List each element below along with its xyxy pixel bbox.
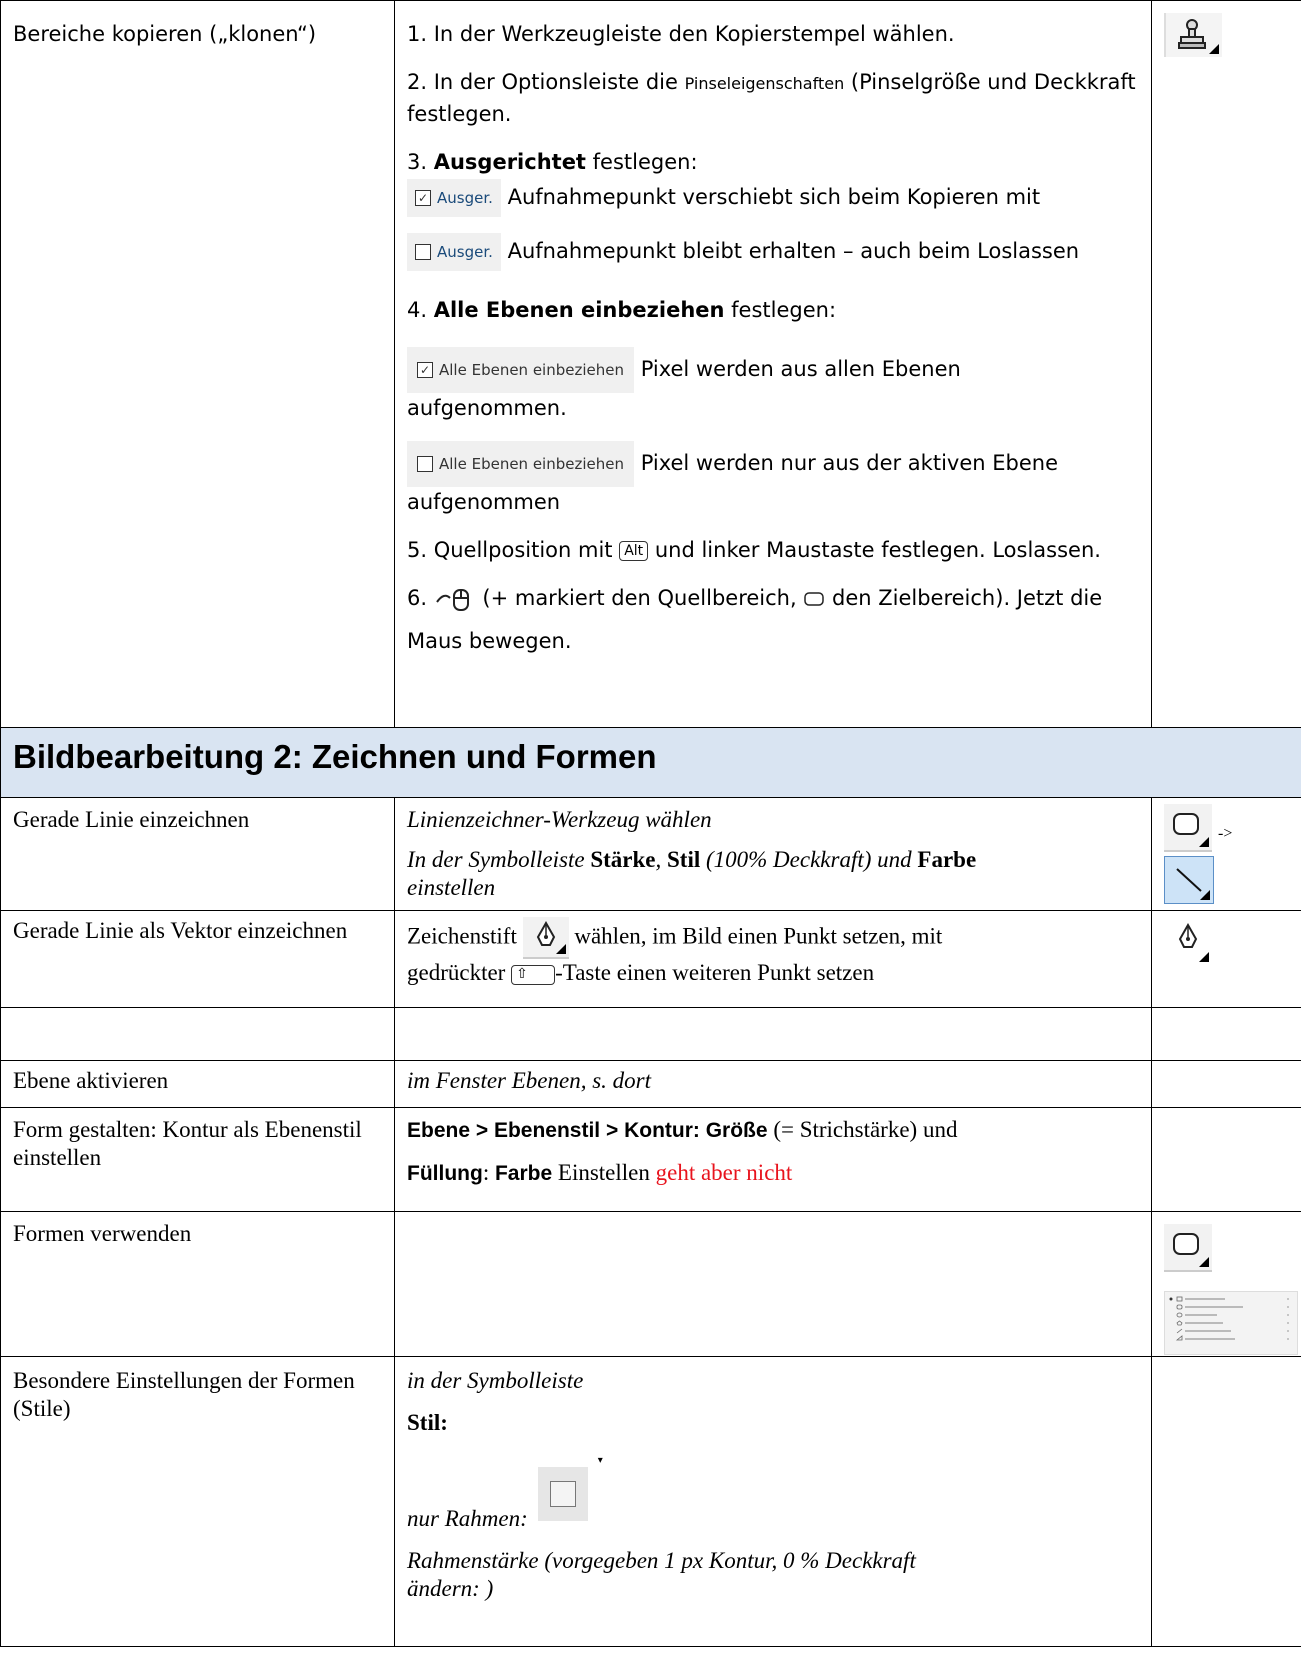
row-content: im Fenster Ebenen, s. dort (394, 1060, 1152, 1108)
table-row-form: Form gestalten: Kontur als Ebenenstil ei… (0, 1107, 1301, 1212)
alle-checked-line-2: aufgenommen. (407, 396, 567, 420)
table-row-clone: Bereiche kopieren („klonen“) 1. In der W… (0, 0, 1301, 728)
row-content: Linienzeichner-Werkzeug wählen In der Sy… (394, 797, 1152, 911)
row-content: 1. In der Werkzeugleiste den Kopierstemp… (394, 0, 1152, 728)
alle-unchecked-line-2: aufgenommen (407, 490, 561, 514)
ausger-unchecked-line: Ausger. Aufnahmepunkt bleibt erhalten – … (407, 233, 1139, 271)
target-area-icon (804, 592, 825, 606)
ausger-checkbox-checked: ✓ Ausger. (407, 179, 501, 217)
ausger-checkbox-unchecked: Ausger. (407, 233, 501, 271)
clone-step-1: 1. In der Werkzeugleiste den Kopierstemp… (407, 22, 955, 46)
section-title: Bildbearbeitung 2: Zeichnen und Formen (13, 738, 657, 775)
checked-box-icon: ✓ (417, 362, 433, 378)
table-row-shapes: Formen verwenden (0, 1211, 1301, 1357)
line-tool-icon (1164, 856, 1214, 904)
clone-step-6-cont: Maus bewegen. (407, 629, 572, 653)
ausger-checked-line: ✓ Ausger. Aufnahmepunkt verschiebt sich b… (407, 179, 1139, 217)
mouse-drag-icon (435, 589, 469, 611)
clone-step-2: 2. In der Optionsleiste die Pinseleigens… (407, 70, 1136, 126)
arrow-text: -> (1218, 825, 1233, 842)
row-content: Zeichenstift wählen, im Bild einen Punkt… (394, 910, 1152, 1008)
alle-checkbox-checked: ✓ Alle Ebenen einbeziehen (407, 347, 634, 393)
frame-only-style-icon (537, 1467, 588, 1521)
document-page: Bereiche kopieren („klonen“) 1. In der W… (0, 0, 1301, 1647)
pen-tool-icon (522, 917, 569, 959)
clone-label: Bereiche kopieren („klonen“) (13, 22, 317, 46)
table-row-vector: Gerade Linie als Vektor einzeichnen Zeic… (0, 910, 1301, 1008)
rounded-rect-tool-icon (1164, 804, 1212, 852)
clone-step-4: 4. Alle Ebenen einbeziehen festlegen: (407, 298, 837, 322)
shape-tools-menu-thumbnail (1164, 1291, 1298, 1355)
clone-step-3: 3. Ausgerichtet festlegen: (407, 150, 698, 174)
rounded-rect-tool-icon (1164, 1224, 1212, 1272)
row-content: in der Symbolleiste Stil: nur Rahmen: ▾ … (394, 1356, 1152, 1647)
section-header-row: Bildbearbeitung 2: Zeichnen und Formen (0, 727, 1301, 798)
row-label: Ebene aktivieren (0, 1060, 395, 1108)
clone-stamp-tool-icon (1164, 13, 1222, 57)
row-label: Besondere Einstellungen der Formen (Stil… (0, 1356, 395, 1647)
row-label: Form gestalten: Kontur als Ebenenstil ei… (0, 1107, 395, 1212)
dropdown-caret-icon: ▾ (597, 1455, 603, 1466)
clone-step-6: 6. (+ markiert den Quellbereich, den Zie… (407, 583, 1139, 614)
row-icon (1151, 910, 1301, 1008)
pen-tool-icon (1164, 919, 1212, 965)
table-row-line: Gerade Linie einzeichnen Linienzeichner-… (0, 797, 1301, 911)
alle-checked-line: ✓ Alle Ebenen einbeziehen Pixel werden au… (407, 347, 1139, 393)
unchecked-box-icon (417, 456, 433, 472)
clone-step-5: 5. Quellposition mit Alt und linker Maus… (407, 538, 1101, 562)
row-label: Formen verwenden (0, 1211, 395, 1357)
submenu-triangle-icon (1209, 44, 1219, 54)
section-header-cell: Bildbearbeitung 2: Zeichnen und Formen (0, 727, 1301, 798)
table-row-special: Besondere Einstellungen der Formen (Stil… (0, 1356, 1301, 1647)
unchecked-box-icon (415, 244, 431, 260)
row-icon (1151, 1211, 1301, 1357)
checked-box-icon: ✓ (415, 190, 431, 206)
table-row-empty (0, 1007, 1301, 1061)
row-icon (1151, 0, 1301, 728)
table-row-layer: Ebene aktivieren im Fenster Ebenen, s. d… (0, 1060, 1301, 1108)
row-label: Gerade Linie als Vektor einzeichnen (0, 910, 395, 1008)
row-label: Gerade Linie einzeichnen (0, 797, 395, 911)
row-icon: -> (1151, 797, 1301, 911)
alle-checkbox-unchecked: Alle Ebenen einbeziehen (407, 441, 634, 487)
alle-unchecked-line: Alle Ebenen einbeziehen Pixel werden nur… (407, 441, 1139, 487)
row-content: Ebene > Ebenenstil > Kontur: Größe (= St… (394, 1107, 1152, 1212)
shift-key-icon: ⇧ (511, 964, 556, 985)
instruction-table: Bereiche kopieren („klonen“) 1. In der W… (0, 0, 1301, 1647)
row-label: Bereiche kopieren („klonen“) (0, 0, 395, 728)
alt-key-icon: Alt (619, 541, 649, 561)
